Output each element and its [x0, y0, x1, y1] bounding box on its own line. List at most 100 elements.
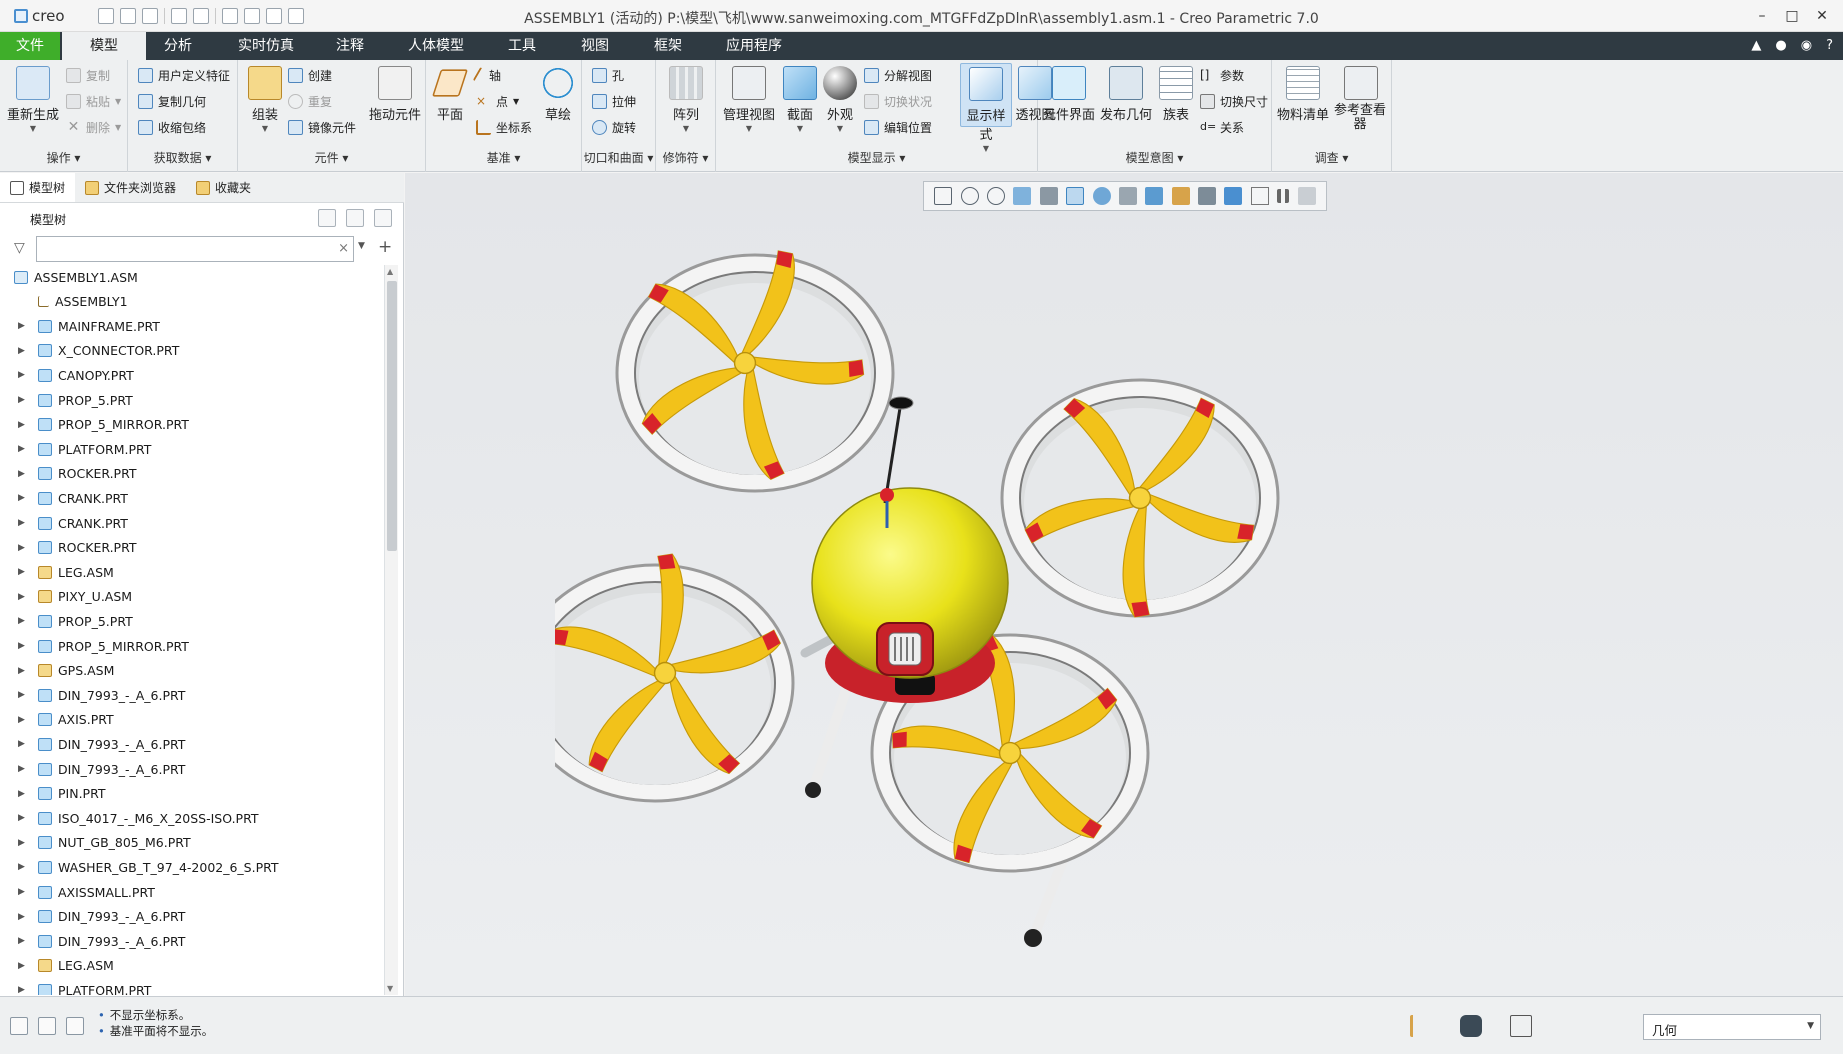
expand-arrow-icon[interactable]: ▶ — [18, 641, 30, 651]
view-manager-icon[interactable] — [1092, 187, 1111, 205]
filter-funnel-icon[interactable]: ▽ — [14, 240, 25, 256]
bom-button[interactable]: 物料清单 — [1276, 66, 1330, 123]
drone-model[interactable] — [555, 243, 1355, 963]
collapse-ribbon-icon[interactable]: ▲ — [1751, 38, 1761, 53]
tree-item[interactable]: ▶ AXISSMALL.PRT — [0, 880, 380, 904]
group-label-model-intent[interactable]: 模型意图 ▾ — [1038, 149, 1271, 166]
expand-arrow-icon[interactable]: ▶ — [18, 370, 30, 380]
parameters-button[interactable]: [] 参数 — [1200, 64, 1244, 86]
tree-item[interactable]: ASSEMBLY1 — [0, 290, 380, 314]
expand-arrow-icon[interactable]: ▶ — [18, 469, 30, 479]
tree-item[interactable]: ▶ PROP_5_MIRROR.PRT — [0, 634, 380, 658]
save-icon[interactable] — [142, 8, 158, 24]
tree-item[interactable]: ▶ NUT_GB_805_M6.PRT — [0, 831, 380, 855]
new-file-icon[interactable] — [98, 8, 114, 24]
publish-geometry-button[interactable]: 发布几何 — [1098, 66, 1154, 123]
refit-icon[interactable] — [934, 187, 953, 205]
reference-viewer-button[interactable]: 参考查看器 — [1332, 66, 1390, 132]
redo-icon[interactable] — [193, 8, 209, 24]
tree-item[interactable]: ▶ LEG.ASM — [0, 954, 380, 978]
assemble-button[interactable]: 组装 ▼ — [242, 66, 288, 133]
tree-search-input[interactable] — [37, 237, 353, 261]
toggle-status-button[interactable]: 切换状况 — [864, 90, 932, 112]
tab-favorites[interactable]: 收藏夹 — [186, 173, 261, 202]
sketch-button[interactable]: 草绘 — [538, 66, 578, 123]
group-label-get-data[interactable]: 获取数据 ▾ — [128, 149, 237, 166]
expand-arrow-icon[interactable]: ▶ — [18, 666, 30, 676]
tab-model[interactable]: 模型 — [62, 32, 146, 60]
maximize-icon[interactable]: □ — [1777, 4, 1807, 28]
scroll-thumb[interactable] — [387, 281, 397, 551]
point-button[interactable]: × 点 ▼ — [476, 90, 519, 112]
windows-icon[interactable] — [244, 8, 260, 24]
tab-file[interactable]: 文件 — [0, 32, 60, 60]
tree-item[interactable]: ▶ DIN_7993_-_A_6.PRT — [0, 757, 380, 781]
drag-components-button[interactable]: 拖动元件 — [366, 66, 424, 123]
selection-filter-select[interactable]: 几何 ▼ — [1643, 1014, 1821, 1040]
close-window-icon[interactable] — [266, 8, 282, 24]
zoom-in-icon[interactable] — [960, 187, 979, 205]
expand-arrow-icon[interactable]: ▶ — [18, 592, 30, 602]
clear-search-icon[interactable]: × — [338, 241, 349, 256]
paste-button[interactable]: 粘贴 ▼ — [66, 90, 121, 112]
group-label-cut-surface[interactable]: 切口和曲面 ▾ — [582, 149, 655, 166]
expand-arrow-icon[interactable]: ▶ — [18, 444, 30, 454]
expand-arrow-icon[interactable]: ▶ — [18, 813, 30, 823]
appearance-button[interactable]: 外观 ▼ — [820, 66, 860, 133]
tree-item[interactable]: ▶ DIN_7993_-_A_6.PRT — [0, 732, 380, 756]
shrinkwrap-button[interactable]: 收缩包络 — [138, 116, 206, 138]
display-style-icon[interactable] — [1118, 187, 1137, 205]
component-interface-button[interactable]: 元件界面 — [1042, 66, 1096, 123]
tab-analysis[interactable]: 分析 — [148, 32, 208, 60]
command-search-icon[interactable]: ◉ — [1801, 38, 1812, 53]
tree-item[interactable]: ▶ PLATFORM.PRT — [0, 437, 380, 461]
tree-item[interactable]: ▶ LEG.ASM — [0, 560, 380, 584]
tree-item[interactable]: ▶ AXIS.PRT — [0, 708, 380, 732]
expand-arrow-icon[interactable]: ▶ — [18, 838, 30, 848]
tree-item[interactable]: ▶ DIN_7993_-_A_6.PRT — [0, 905, 380, 929]
revolve-button[interactable]: 旋转 — [592, 116, 636, 138]
tab-live-simulation[interactable]: 实时仿真 — [226, 32, 306, 60]
hole-button[interactable]: 孔 — [592, 64, 624, 86]
spin-center-toggle-icon[interactable] — [1224, 187, 1243, 205]
copy-geometry-button[interactable]: 复制几何 — [138, 90, 206, 112]
minimize-icon[interactable]: – — [1747, 4, 1777, 28]
delete-button[interactable]: ✕ 删除 ▼ — [66, 116, 122, 138]
group-label-investigate[interactable]: 调查 ▾ — [1272, 149, 1391, 166]
expand-arrow-icon[interactable]: ▶ — [18, 739, 30, 749]
tab-framework[interactable]: 框架 — [638, 32, 698, 60]
tree-item[interactable]: ▶ MAINFRAME.PRT — [0, 314, 380, 338]
show-navigator-icon[interactable] — [10, 1017, 28, 1035]
spin-center-icon[interactable] — [1039, 187, 1058, 205]
group-label-datum[interactable]: 基准 ▾ — [426, 149, 581, 166]
graphics-window[interactable] — [405, 173, 1843, 996]
annotation-display-icon[interactable] — [1198, 187, 1217, 205]
expand-arrow-icon[interactable]: ▶ — [18, 543, 30, 553]
expand-arrow-icon[interactable]: ▶ — [18, 346, 30, 356]
expand-arrow-icon[interactable]: ▶ — [18, 420, 30, 430]
tree-item[interactable]: ▶ ROCKER.PRT — [0, 462, 380, 486]
repeat-button[interactable]: 重复 — [288, 90, 332, 112]
tab-applications[interactable]: 应用程序 — [712, 32, 796, 60]
tree-item[interactable]: ▶ ROCKER.PRT — [0, 536, 380, 560]
stop-icon[interactable] — [1297, 187, 1316, 205]
undo-icon[interactable] — [171, 8, 187, 24]
group-label-modifiers[interactable]: 修饰符 ▾ — [656, 149, 715, 166]
scroll-up-icon[interactable]: ▲ — [387, 267, 393, 276]
tree-item[interactable]: ▶ PLATFORM.PRT — [0, 978, 380, 995]
mirror-component-button[interactable]: 镜像元件 — [288, 116, 356, 138]
group-label-model-display[interactable]: 模型显示 ▾ — [716, 149, 1037, 166]
expand-arrow-icon[interactable]: ▶ — [18, 518, 30, 528]
tree-scrollbar[interactable]: ▲ ▼ — [384, 265, 398, 995]
family-table-button[interactable]: 族表 — [1156, 66, 1196, 123]
add-filter-icon[interactable]: + — [378, 237, 392, 257]
extrude-button[interactable]: 拉伸 — [592, 90, 636, 112]
regenerate-button[interactable]: 重新生成 ▼ — [4, 66, 62, 133]
find-binoculars-icon[interactable] — [1460, 1015, 1482, 1037]
tree-display-icon[interactable] — [346, 209, 364, 227]
section-view-icon[interactable] — [1145, 187, 1164, 205]
expand-arrow-icon[interactable]: ▶ — [18, 961, 30, 971]
tree-item[interactable]: ▶ GPS.ASM — [0, 659, 380, 683]
switch-dimensions-button[interactable]: 切换尺寸 — [1200, 90, 1268, 112]
csys-button[interactable]: 坐标系 — [476, 116, 532, 138]
